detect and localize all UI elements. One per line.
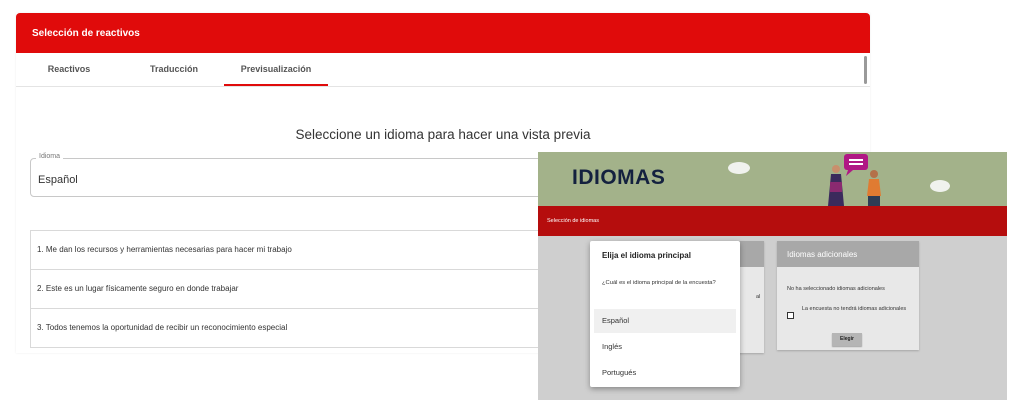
additional-languages-card: Idiomas adicionales No ha seleccionado i… (777, 241, 919, 350)
elegir-button[interactable]: Elegir (832, 333, 862, 346)
idiomas-banner: IDIOMAS (538, 152, 1007, 206)
panel-header: Selección de reactivos (16, 13, 870, 53)
banner-title: IDIOMAS (572, 166, 666, 189)
option-ingles[interactable]: Inglés (594, 335, 736, 359)
additional-languages-title: Idiomas adicionales (777, 241, 919, 267)
idiomas-preview-screenshot: IDIOMAS Selección de idiomas al Idiomas … (538, 152, 1007, 400)
no-languages-text: No ha seleccionado idiomas adicionales (787, 286, 885, 292)
tab-bar: Reactivos Traducción Previsualización (16, 53, 870, 87)
scrollbar[interactable] (864, 56, 867, 84)
cloud-icon (930, 180, 950, 192)
dialog-question: ¿Cuál es el idioma principal de la encue… (602, 280, 716, 286)
language-select-label: Idioma (36, 153, 64, 160)
cloud-icon (728, 162, 750, 174)
card-text-fragment: al (756, 294, 761, 300)
option-espanol[interactable]: Español (594, 309, 736, 333)
option-portugues[interactable]: Portugués (594, 361, 736, 385)
section-bar: Selección de idiomas (538, 206, 1007, 236)
tab-previsualizacion[interactable]: Previsualización (224, 53, 328, 86)
language-select-value: Español (38, 174, 78, 186)
section-label: Selección de idiomas (547, 218, 599, 224)
checkbox-label: La encuesta no tendrá idiomas adicionale… (801, 306, 907, 312)
people-illustration-icon (828, 154, 881, 206)
panel-title: Selección de reactivos (32, 27, 140, 39)
tab-traduccion[interactable]: Traducción (134, 53, 214, 86)
dialog-title: Elija el idioma principal (602, 251, 691, 260)
preview-heading: Seleccione un idioma para hacer una vist… (295, 127, 591, 142)
primary-language-dialog: Elija el idioma principal ¿Cuál es el id… (590, 241, 740, 387)
no-additional-languages-checkbox[interactable] (787, 312, 794, 319)
tab-reactivos[interactable]: Reactivos (30, 53, 108, 86)
